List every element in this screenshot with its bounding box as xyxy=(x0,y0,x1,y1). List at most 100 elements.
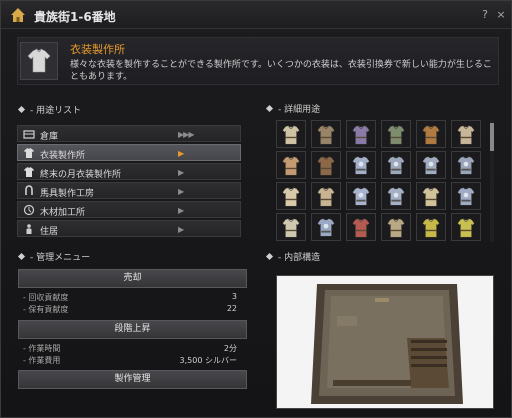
level-arrows-icon: ▶ xyxy=(178,149,184,158)
tunic-icon xyxy=(457,218,475,238)
costume-slot[interactable] xyxy=(276,213,306,241)
costume-slot[interactable] xyxy=(381,213,411,241)
costume-slot[interactable] xyxy=(311,182,341,210)
window-title: 貴族街1-6番地 xyxy=(34,10,116,24)
tunic-icon xyxy=(422,125,440,145)
costume-slot[interactable] xyxy=(346,182,376,210)
tunic-icon xyxy=(317,156,335,176)
costume-slot[interactable] xyxy=(346,151,376,179)
tunic-icon xyxy=(282,187,300,207)
costume-slot[interactable] xyxy=(276,120,306,148)
detail-heading: - 詳細用途 xyxy=(265,102,321,115)
armor-icon xyxy=(387,156,405,175)
tunic-icon xyxy=(282,156,300,176)
usage-item[interactable]: 馬具製作工房 ▶ xyxy=(17,182,241,199)
costume-slot[interactable] xyxy=(416,151,446,179)
sell-button[interactable]: 売却 xyxy=(18,269,247,288)
tunic-icon xyxy=(282,218,300,238)
tunic-icon xyxy=(317,125,335,145)
saw-icon xyxy=(23,204,35,216)
help-button[interactable]: ? xyxy=(479,9,491,21)
armor-icon xyxy=(457,156,475,175)
management-heading: - 管理メニュー xyxy=(17,250,91,263)
building-description: 様々な衣装を製作することができる製作所です。いくつかの衣装は、衣装引換券で新しい… xyxy=(70,60,492,82)
tunic-icon xyxy=(352,218,370,238)
close-button[interactable]: × xyxy=(495,9,507,21)
costume-slot[interactable] xyxy=(311,213,341,241)
tunic-icon xyxy=(282,125,300,145)
work-time-value: 2分 xyxy=(223,344,237,353)
costume-slot[interactable] xyxy=(311,151,341,179)
usage-item-label: 衣装製作所 xyxy=(40,151,86,161)
usage-list-label: - 用途リスト xyxy=(30,106,82,116)
costume-slot[interactable] xyxy=(276,151,306,179)
costume-slot[interactable] xyxy=(346,120,376,148)
tunic-icon xyxy=(422,187,440,207)
level-arrows-icon: ▶ xyxy=(178,187,184,196)
usage-item-label: 倉庫 xyxy=(40,132,59,142)
level-arrows-icon: ▶▶▶ xyxy=(178,130,195,139)
recovery-contribution-label: - 回収貢献度 xyxy=(23,293,69,302)
costume-slot[interactable] xyxy=(381,182,411,210)
tunic-icon xyxy=(317,187,335,207)
usage-item[interactable]: 終末の月衣装製作所 ▶ xyxy=(17,163,241,180)
usage-item[interactable]: 倉庫 ▶▶▶ xyxy=(17,125,241,142)
diamond-icon xyxy=(265,104,274,113)
costume-slot[interactable] xyxy=(451,151,481,179)
box-icon xyxy=(23,130,35,139)
costume-slot[interactable] xyxy=(451,213,481,241)
building-name: 衣装製作所 xyxy=(70,43,125,56)
costume-slot[interactable] xyxy=(381,120,411,148)
work-time-label: - 作業時間 xyxy=(23,344,61,353)
armor-icon xyxy=(422,156,440,175)
usage-item-label: 終末の月衣装製作所 xyxy=(40,170,122,180)
building-header: 衣装製作所 様々な衣装を製作することができる製作所です。いくつかの衣装は、衣装引… xyxy=(17,37,499,85)
recovery-contribution-value: 3 xyxy=(231,292,237,301)
usage-item-label: 住居 xyxy=(40,227,59,237)
armor-icon xyxy=(352,187,370,206)
tunic-icon xyxy=(422,218,440,238)
armor-icon xyxy=(317,218,335,237)
owned-contribution-value: 22 xyxy=(226,304,237,313)
shirt-icon xyxy=(24,148,34,158)
level-arrows-icon: ▶ xyxy=(178,168,184,177)
interior-structure-view[interactable] xyxy=(276,275,494,409)
person-icon xyxy=(26,224,32,234)
craft-management-button[interactable]: 製作管理 xyxy=(18,370,247,389)
usage-item-label: 馬具製作工房 xyxy=(40,189,95,199)
armor-icon xyxy=(457,187,475,206)
costume-slot[interactable] xyxy=(276,182,306,210)
usage-item[interactable]: 住居 ▶ xyxy=(17,220,241,237)
tunic-icon xyxy=(387,218,405,238)
horseshoe-icon xyxy=(25,185,33,195)
home-icon xyxy=(11,8,25,22)
costume-slot[interactable] xyxy=(416,213,446,241)
tunic-icon xyxy=(352,125,370,145)
work-cost-value: 3,500 シルバー xyxy=(179,356,237,365)
shirt-icon xyxy=(24,167,34,177)
detail-label: - 詳細用途 xyxy=(278,105,321,115)
tunic-icon xyxy=(457,125,475,145)
interior-label: - 内部構造 xyxy=(278,253,321,263)
costume-slot[interactable] xyxy=(416,120,446,148)
costume-slot[interactable] xyxy=(451,120,481,148)
usage-item[interactable]: 衣装製作所 ▶ xyxy=(17,144,241,161)
usage-item[interactable]: 木材加工所 ▶ xyxy=(17,201,241,218)
usage-item-label: 木材加工所 xyxy=(40,208,86,218)
costume-slot[interactable] xyxy=(346,213,376,241)
costume-grid xyxy=(276,120,486,242)
title-bar[interactable]: 貴族街1-6番地 ? × xyxy=(1,1,511,29)
management-label: - 管理メニュー xyxy=(30,253,91,263)
costume-slot[interactable] xyxy=(381,151,411,179)
building-window: 貴族街1-6番地 ? × 衣装製作所 様々な衣装を製作することができる製作所です… xyxy=(0,0,512,418)
tunic-icon xyxy=(387,125,405,145)
workshop-icon-frame xyxy=(20,42,58,80)
costume-slot[interactable] xyxy=(451,182,481,210)
costume-slot[interactable] xyxy=(311,120,341,148)
usage-list-heading: - 用途リスト xyxy=(17,103,82,116)
detail-scroll-thumb[interactable] xyxy=(490,123,494,151)
level-arrows-icon: ▶ xyxy=(178,225,184,234)
costume-slot[interactable] xyxy=(416,182,446,210)
upgrade-button[interactable]: 段階上昇 xyxy=(18,320,247,339)
level-arrows-icon: ▶ xyxy=(178,206,184,215)
